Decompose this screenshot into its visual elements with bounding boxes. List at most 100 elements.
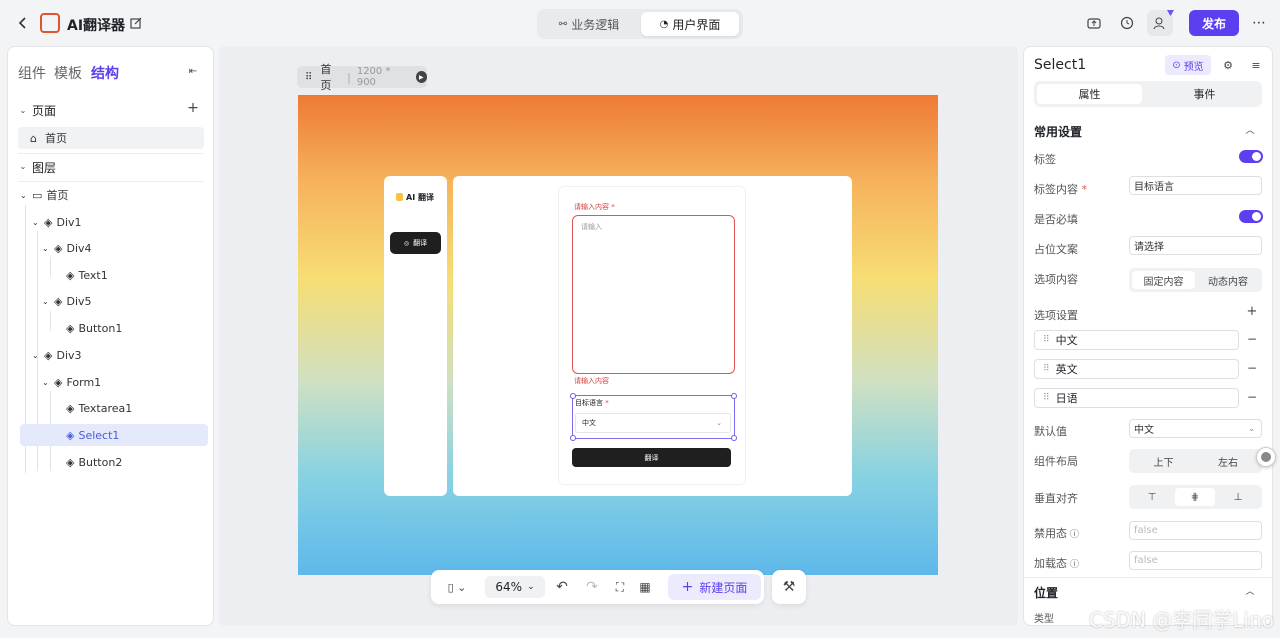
page-item-home[interactable]: ⌂ 首页 (18, 127, 204, 149)
required-toggle[interactable] (1239, 210, 1263, 223)
redo-icon[interactable]: ↷ (583, 578, 601, 596)
tab-user-interface[interactable]: ◔ 用户界面 (641, 12, 739, 36)
layers-icon: ◈ (44, 215, 53, 229)
assistant-float-icon[interactable] (1256, 447, 1276, 467)
collaborators-icon[interactable] (1147, 10, 1173, 36)
artboard[interactable]: AI 翻译 ◎ 翻译 请输入内容 * 请输入 请输入内容 目标语言 * 中文 ⌄ 翻… (298, 95, 938, 575)
export-icon[interactable] (1085, 14, 1103, 32)
selected-select-frame[interactable]: 目标语言 * 中文 ⌄ (570, 393, 737, 441)
preview-textarea[interactable]: 请输入 (572, 215, 735, 374)
tab-components[interactable]: 组件 (18, 63, 46, 83)
valign-label: 垂直对齐 (1034, 492, 1078, 505)
tab-structure[interactable]: 结构 (91, 63, 119, 83)
preview-logo-text: AI 翻译 (406, 193, 434, 202)
tab-properties[interactable]: 属性 (1037, 84, 1142, 104)
tree-item-div1[interactable]: ⌄ ◈ Div1 (20, 211, 208, 233)
drag-handle-icon[interactable]: ⠿ (1043, 335, 1050, 345)
tree-item-button1[interactable]: ◈ Button1 (20, 317, 208, 339)
grid-icon[interactable]: ▦ (636, 578, 654, 596)
mode-fixed[interactable]: 固定内容 (1132, 271, 1195, 289)
tab-templates[interactable]: 模板 (54, 63, 82, 83)
tree-item-select1[interactable]: ◈ Select1 (20, 424, 208, 446)
preview-select[interactable]: 中文 ⌄ (575, 413, 731, 433)
divider (1024, 577, 1272, 578)
undo-icon[interactable]: ↶ (553, 578, 571, 596)
label-content-input[interactable]: 目标语言 (1129, 176, 1262, 195)
chevron-down-icon[interactable]: ⌄ (18, 105, 28, 115)
publish-button[interactable]: 发布 (1189, 10, 1239, 36)
app-title: AI翻译器 (67, 18, 126, 34)
mode-dynamic[interactable]: 动态内容 (1197, 271, 1259, 289)
tab-label: 用户界面 (672, 17, 721, 32)
tree-item-textarea1[interactable]: ◈ Textarea1 (20, 397, 208, 419)
option-item[interactable]: ⠿ 英文 (1034, 359, 1239, 379)
tab-events[interactable]: 事件 (1152, 84, 1257, 104)
new-page-button[interactable]: + 新建页面 (668, 574, 761, 600)
label-toggle[interactable] (1239, 150, 1263, 163)
chevron-down-icon: ⌄ (20, 190, 27, 200)
component-title: Select1 (1034, 57, 1087, 73)
chevron-down-icon: ⌄ (32, 350, 39, 360)
tree-item-home[interactable]: ⌄ ▭ 首页 (20, 184, 208, 206)
chevron-down-icon[interactable]: ⌄ (18, 161, 28, 171)
placeholder-input[interactable]: 请选择 (1129, 236, 1262, 255)
tab-label: 业务逻辑 (571, 17, 620, 32)
more-icon[interactable]: ⋯ (1250, 14, 1268, 32)
option-item[interactable]: ⠿ 日语 (1034, 388, 1239, 408)
screen-icon: ▭ (32, 188, 43, 202)
remove-option-icon[interactable]: − (1246, 332, 1258, 346)
drag-handle-icon[interactable]: ⠿ (1043, 393, 1050, 403)
default-select[interactable]: 中文 ⌄ (1129, 419, 1262, 438)
loading-input[interactable]: false (1129, 551, 1262, 570)
layout-horizontal[interactable]: 左右 (1197, 452, 1259, 470)
play-icon[interactable]: ▶ (415, 71, 427, 83)
resize-handle[interactable] (570, 435, 576, 441)
tree-item-div5[interactable]: ⌄ ◈ Div5 (20, 290, 208, 312)
tree-item-div3[interactable]: ⌄ ◈ Div3 (20, 344, 208, 366)
option-item[interactable]: ⠿ 中文 (1034, 330, 1239, 350)
app-logo-icon (40, 13, 60, 33)
align-middle-icon[interactable]: ⋕ (1175, 488, 1215, 506)
preview-nav-translate-button[interactable]: ◎ 翻译 (390, 232, 441, 254)
drag-handle-icon[interactable]: ⠿ (1043, 364, 1050, 374)
collapse-panel-icon[interactable]: ⇤ (186, 64, 200, 78)
tree-item-form1[interactable]: ⌄ ◈ Form1 (20, 371, 208, 393)
zoom-select[interactable]: 64% ⌄ (485, 576, 545, 598)
tree-item-text1[interactable]: ◈ Text1 (20, 264, 208, 286)
layers-icon: ◈ (54, 241, 63, 255)
align-top-icon[interactable]: ⊤ (1132, 488, 1172, 506)
add-option-icon[interactable]: + (1246, 304, 1258, 319)
disabled-input[interactable]: false (1129, 521, 1262, 540)
back-icon[interactable] (14, 14, 32, 32)
tools-icon[interactable]: ⚒ (772, 570, 806, 604)
section-common: 常用设置 (1034, 125, 1083, 139)
add-page-icon[interactable]: + (186, 100, 200, 116)
tab-business-logic[interactable]: ⚯ 业务逻辑 (541, 12, 637, 36)
drag-handle-icon[interactable]: ⠿ (305, 72, 312, 83)
tree-label: Div3 (56, 348, 82, 362)
default-value: 中文 (1134, 425, 1154, 436)
pages-title: 页面 (32, 104, 57, 118)
align-bottom-icon[interactable]: ⊥ (1218, 488, 1258, 506)
edit-icon[interactable] (128, 15, 144, 31)
preview-form: 请输入内容 * 请输入 请输入内容 目标语言 * 中文 ⌄ 翻译 (558, 186, 746, 485)
preview-button[interactable]: ⊙ 预览 (1165, 55, 1211, 75)
preview-submit-button[interactable]: 翻译 (572, 448, 731, 467)
canvas-breadcrumb: ⠿ 首页 | 1200 * 900 ▶ (297, 63, 427, 92)
bottom-toolbar: ▯ ⌄ 64% ⌄ ↶ ↷ ⛶ ▦ + 新建页面 (431, 570, 764, 604)
layers-title: 图层 (32, 161, 57, 175)
panel-menu-icon[interactable]: ≡ (1249, 58, 1263, 72)
chevron-up-icon[interactable]: ︿ (1244, 584, 1256, 597)
tree-item-div4[interactable]: ⌄ ◈ Div4 (20, 237, 208, 259)
layout-vertical[interactable]: 上下 (1132, 452, 1195, 470)
resize-handle[interactable] (731, 435, 737, 441)
settings-icon[interactable]: ⚙ (1221, 58, 1235, 72)
fit-screen-icon[interactable]: ⛶ (611, 578, 629, 596)
history-icon[interactable] (1118, 14, 1136, 32)
tree-item-button2[interactable]: ◈ Button2 (20, 451, 208, 473)
pointer-mode-icon[interactable]: ▯ ⌄ (439, 578, 475, 596)
remove-option-icon[interactable]: − (1246, 361, 1258, 375)
chevron-up-icon[interactable]: ︿ (1244, 123, 1256, 136)
remove-option-icon[interactable]: − (1246, 390, 1258, 404)
resize-handle[interactable] (731, 393, 737, 399)
